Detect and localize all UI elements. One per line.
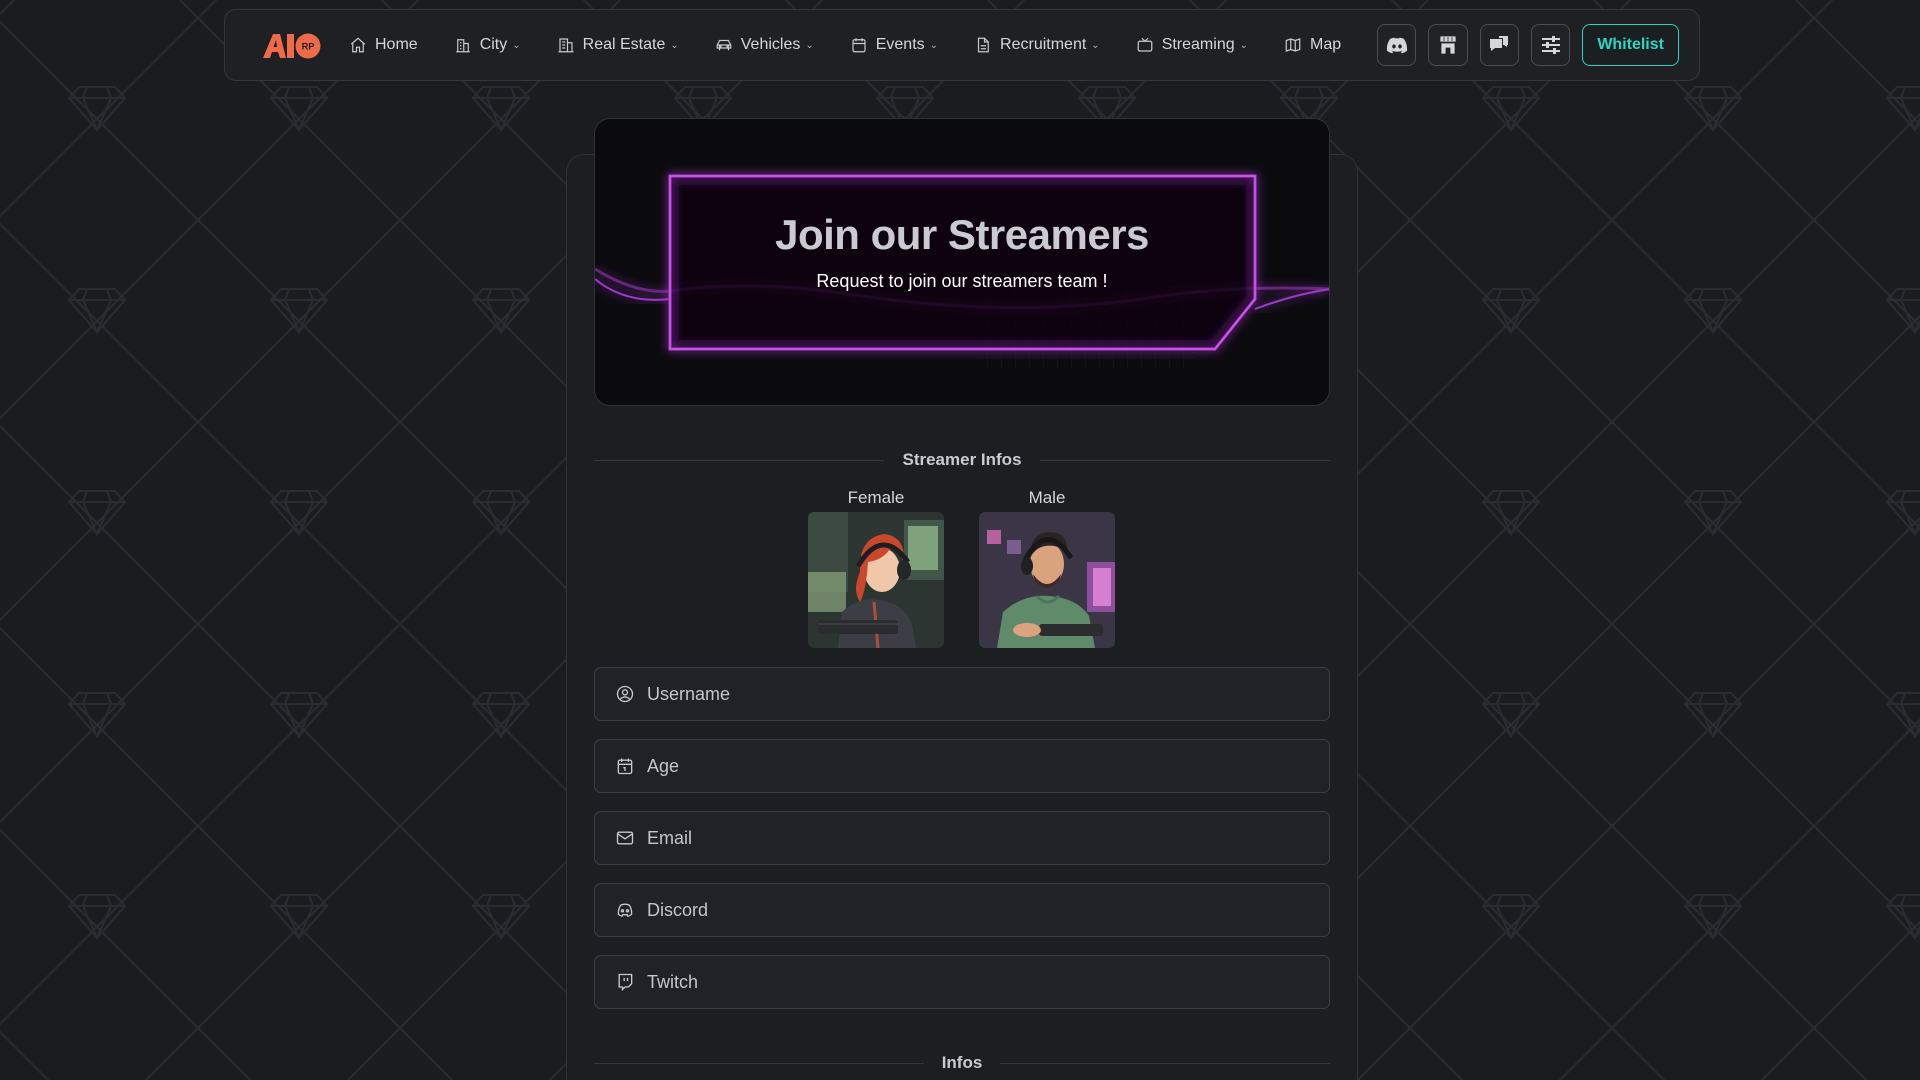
- calendar-icon: [852, 38, 866, 53]
- chevron-down-icon: ⌄: [1091, 39, 1100, 51]
- twitch-icon: [618, 973, 633, 992]
- city-icon: [455, 39, 470, 53]
- discord-input[interactable]: [647, 884, 1329, 936]
- svg-text:RP: RP: [302, 42, 315, 52]
- section-streamer-infos: Streamer Infos: [594, 450, 1331, 470]
- chat-icon: [1490, 36, 1509, 51]
- email-input[interactable]: [647, 812, 1329, 864]
- female-streamer-avatar[interactable]: [808, 512, 944, 648]
- nav-events-label: Events: [875, 36, 925, 53]
- nav-home[interactable]: Home: [349, 36, 418, 54]
- divider: [594, 1062, 924, 1064]
- user-circle-icon: [616, 685, 634, 703]
- male-streamer-avatar[interactable]: [979, 512, 1115, 648]
- gender-label-male: Male: [1028, 488, 1066, 507]
- nav-real-estate[interactable]: Real Estate ⌄: [557, 36, 679, 54]
- twitch-field[interactable]: [594, 955, 1330, 1009]
- discord-icon: [617, 903, 633, 918]
- nav-recruitment-label: Recruitment: [1000, 36, 1087, 53]
- nav-recruitment[interactable]: Recruitment ⌄: [974, 36, 1100, 54]
- aio-logo-icon: RP: [263, 33, 321, 59]
- nav-vehicles[interactable]: Vehicles ⌄: [715, 36, 814, 54]
- gender-option-female[interactable]: Female: [808, 488, 944, 648]
- username-input[interactable]: [647, 668, 1329, 720]
- map-icon: [1285, 38, 1301, 52]
- home-icon: [350, 37, 366, 53]
- nav-real-estate-label: Real Estate: [582, 36, 666, 53]
- divider: [1000, 1062, 1331, 1064]
- hero-title: Join our Streamers: [775, 211, 1149, 258]
- nav-streaming[interactable]: Streaming ⌄: [1136, 36, 1248, 54]
- mail-icon: [616, 831, 634, 845]
- top-navbar: RP Home City ⌄ Real Estate ⌄ Vehicles ⌄ …: [224, 9, 1700, 81]
- settings-sliders-icon: [1541, 36, 1560, 54]
- section-title-streamer-infos: Streamer Infos: [902, 450, 1022, 469]
- hero-subtitle: Request to join our streamers team !: [816, 271, 1108, 291]
- email-field[interactable]: [594, 811, 1330, 865]
- nav-home-label: Home: [375, 36, 418, 53]
- car-icon: [716, 39, 732, 51]
- nav-vehicles-label: Vehicles: [740, 36, 801, 53]
- male-avatar-illustration: [979, 512, 1115, 648]
- site-logo[interactable]: RP: [261, 29, 323, 61]
- chevron-down-icon: ⌄: [805, 39, 814, 51]
- divider: [594, 459, 885, 461]
- chevron-down-icon: ⌄: [670, 39, 679, 51]
- discord-button[interactable]: [1377, 24, 1417, 66]
- age-input[interactable]: [647, 740, 1329, 792]
- nav-city[interactable]: City ⌄: [454, 36, 521, 54]
- tv-icon: [1137, 37, 1153, 52]
- store-icon: [1439, 35, 1457, 55]
- whitelist-button[interactable]: Whitelist: [1582, 24, 1679, 66]
- nav-city-label: City: [479, 36, 508, 53]
- username-field[interactable]: [594, 667, 1330, 721]
- chevron-down-icon: ⌄: [929, 39, 939, 51]
- discord-field[interactable]: [594, 883, 1330, 937]
- nav-map[interactable]: Map: [1284, 36, 1341, 54]
- settings-button[interactable]: [1531, 24, 1571, 66]
- gender-label-female: Female: [847, 488, 905, 507]
- gender-option-male[interactable]: Male: [979, 488, 1115, 648]
- age-field[interactable]: [594, 739, 1330, 793]
- nav-map-label: Map: [1310, 36, 1342, 53]
- chevron-down-icon: ⌄: [512, 39, 521, 51]
- nav-events[interactable]: Events ⌄: [850, 36, 938, 54]
- chevron-down-icon: ⌄: [1239, 39, 1248, 51]
- neon-frame-graphic: [595, 174, 1329, 369]
- nav-streaming-label: Streaming: [1161, 36, 1235, 53]
- female-avatar-illustration: [808, 512, 944, 648]
- chat-button[interactable]: [1479, 24, 1520, 66]
- divider: [1039, 459, 1331, 461]
- section-title-infos: Infos: [941, 1053, 983, 1072]
- calendar-icon: [617, 758, 633, 775]
- building-icon: [558, 38, 574, 53]
- section-infos: Infos: [594, 1053, 1331, 1073]
- hero-banner: Join our Streamers Request to join our s…: [594, 118, 1330, 406]
- store-button[interactable]: [1428, 24, 1468, 66]
- discord-icon: [1386, 37, 1407, 54]
- twitch-input[interactable]: [647, 956, 1329, 1008]
- document-icon: [977, 37, 989, 53]
